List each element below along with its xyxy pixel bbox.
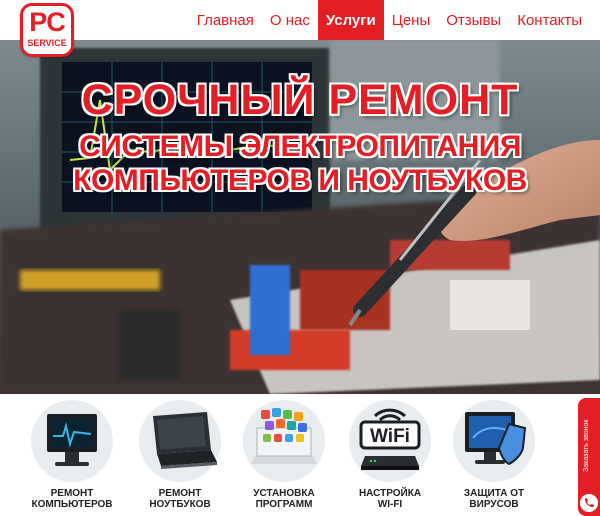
service-label: НАСТРОЙКА WI-FI (358, 488, 422, 510)
nav-item-services[interactable]: Услуги (317, 0, 384, 40)
hero-banner: СРОЧНЫЙ РЕМОНТ СИСТЕМЫ ЭЛЕКТРОПИТАНИЯ КО… (0, 40, 600, 394)
apps-install-icon (243, 400, 325, 482)
header: PC SERVICE Главная О нас Услуги Цены Отз… (0, 0, 600, 57)
hero-headline: СРОЧНЫЙ РЕМОНТ (81, 76, 519, 124)
service-wifi-setup[interactable]: WiFi НАСТРОЙКА WI-FI (338, 398, 442, 510)
nav-item-home[interactable]: Главная (189, 0, 262, 40)
service-software-install[interactable]: УСТАНОВКА ПРОГРАММ (232, 398, 336, 510)
hero-subheadline-2: КОМПЬЮТЕРОВ И НОУТБУКОВ (73, 164, 527, 197)
service-computer-repair[interactable]: РЕМОНТ КОМПЬЮТЕРОВ (20, 398, 124, 510)
service-label: ЗАЩИТА ОТ ВИРУСОВ (463, 488, 525, 510)
service-antivirus[interactable]: ЗАЩИТА ОТ ВИРУСОВ (442, 398, 546, 510)
nav-item-contacts[interactable]: Контакты (509, 0, 590, 40)
svg-text:WiFi: WiFi (370, 426, 410, 447)
service-label: УСТАНОВКА ПРОГРАММ (253, 488, 315, 510)
nav-item-reviews[interactable]: Отзывы (438, 0, 509, 40)
wifi-router-icon: WiFi (349, 400, 431, 482)
nav-item-prices[interactable]: Цены (384, 0, 439, 40)
laptop-icon (139, 400, 221, 482)
service-laptop-repair[interactable]: РЕМОНТ НОУТБУКОВ (128, 398, 232, 510)
callback-label: Заказать звонок (583, 419, 590, 473)
service-label: РЕМОНТ КОМПЬЮТЕРОВ (31, 488, 113, 510)
service-label: РЕМОНТ НОУТБУКОВ (149, 488, 211, 510)
callback-request-tab[interactable]: Заказать звонок (578, 398, 600, 516)
logo-pc-text: PC (29, 7, 66, 37)
hero-subheadline-1: СИСТЕМЫ ЭЛЕКТРОПИТАНИЯ (79, 130, 521, 163)
main-nav: Главная О нас Услуги Цены Отзывы Контакт… (189, 0, 590, 40)
computer-icon (31, 400, 113, 482)
antivirus-shield-icon (453, 400, 535, 482)
logo-service-text: SERVICE (27, 38, 67, 48)
phone-icon (580, 494, 598, 512)
nav-item-about[interactable]: О нас (262, 0, 318, 40)
services-row: РЕМОНТ КОМПЬЮТЕРОВ РЕМОНТ НОУТБУКОВ УСТА… (0, 394, 600, 516)
logo[interactable]: PC SERVICE (20, 3, 74, 57)
